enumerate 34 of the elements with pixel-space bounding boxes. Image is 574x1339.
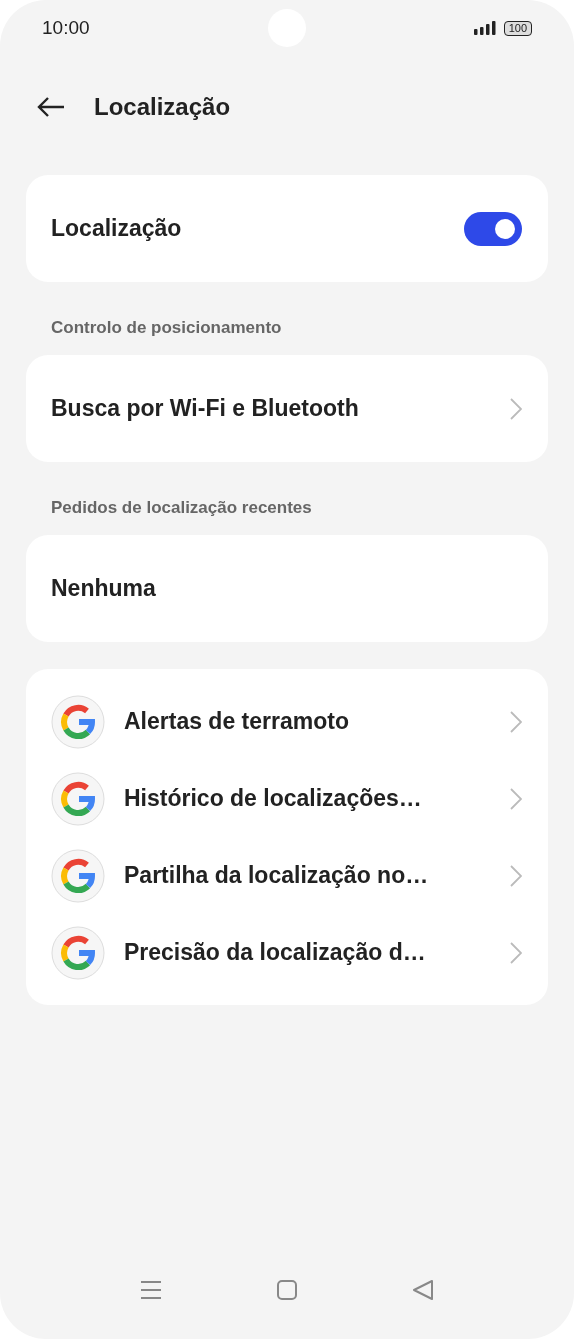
app-row[interactable]: Alertas de terramoto (26, 683, 548, 760)
chevron-icon (510, 397, 522, 420)
page-title: Localização (94, 93, 231, 121)
chevron-icon (510, 710, 522, 733)
home-icon[interactable] (276, 1279, 298, 1301)
app-icon (51, 848, 105, 903)
app-row[interactable]: Partilha da localização no… (26, 837, 548, 914)
app-label: Precisão da localização d… (124, 939, 427, 966)
menu-icon[interactable] (140, 1280, 162, 1300)
settings-row[interactable]: Busca por Wi-Fi e Bluetooth (26, 355, 548, 462)
settings-row[interactable]: Nenhuma (26, 535, 548, 642)
section-heading: Pedidos de localização recentes (51, 498, 313, 518)
chevron-icon (510, 787, 522, 810)
app-label: Alertas de terramoto (124, 708, 350, 735)
toggle-label: Localização (51, 215, 182, 242)
app-label: Partilha da localização no… (124, 862, 430, 889)
app-label: Histórico de localizações… (124, 785, 423, 812)
chevron-icon (510, 941, 522, 964)
app-icon (51, 925, 105, 980)
back-nav-icon[interactable] (412, 1279, 434, 1301)
app-icon (51, 694, 105, 749)
toggle-switch[interactable] (464, 211, 522, 246)
chevron-icon (510, 864, 522, 887)
row-label: Nenhuma (51, 575, 156, 602)
signal-icon (473, 21, 496, 35)
battery-indicator: 100 (503, 20, 532, 36)
section-heading: Controlo de posicionamento (51, 318, 283, 338)
location-toggle-row[interactable]: Localização (26, 175, 548, 282)
app-icon (51, 771, 105, 826)
back-icon[interactable] (36, 96, 66, 118)
app-row[interactable]: Histórico de localizações… (26, 760, 548, 837)
app-row[interactable]: Precisão da localização d… (26, 914, 548, 991)
row-label: Busca por Wi-Fi e Bluetooth (51, 395, 359, 422)
status-time: 10:00 (42, 17, 90, 39)
